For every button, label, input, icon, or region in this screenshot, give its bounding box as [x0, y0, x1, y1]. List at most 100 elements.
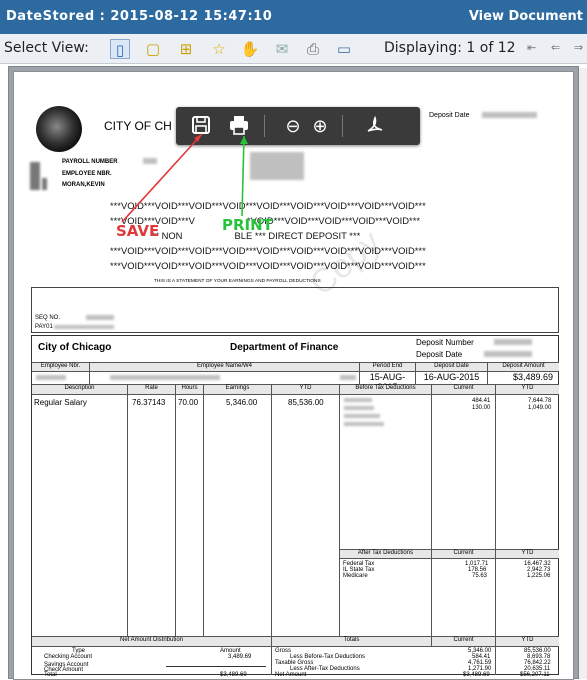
current-header: Current	[432, 385, 496, 395]
hand-icon[interactable]: ✋	[240, 39, 260, 59]
deposit-amount-value: $3,489.69	[488, 372, 559, 385]
print-annotation: PRINT	[222, 216, 273, 234]
redacted-stub-deposit-date	[484, 351, 532, 357]
viewer-toolbar: Select View: ▯ ▢ ⊞ ☆ ✋ ✉ ⎙ ▭ Displaying:…	[0, 34, 587, 64]
add-icon[interactable]: ⊞	[176, 39, 196, 59]
acrobat-icon[interactable]	[364, 115, 386, 137]
comment-icon[interactable]: ▭	[334, 39, 354, 59]
redacted-mark	[30, 162, 40, 190]
after-tax-header: After Tax Deductions	[340, 549, 432, 559]
floating-pdf-toolbar: ⊖ ⊕	[176, 107, 420, 145]
employee-nbr-label: EMPLOYEE NBR.	[62, 171, 112, 177]
employee-name: MORAN,KEVIN	[62, 182, 105, 188]
earning-hours: 70.00	[178, 398, 199, 407]
star-icon[interactable]: ☆	[209, 39, 229, 59]
prev-page-icon[interactable]: ⇐	[551, 41, 560, 54]
zoom-in-icon[interactable]: ⊕	[309, 115, 331, 137]
total-label: Total	[44, 672, 57, 678]
redacted-deposit-number	[494, 339, 532, 345]
totals-header: Totals	[272, 637, 432, 647]
city-header: CITY OF CH	[104, 119, 172, 133]
pay-label: PAY01	[35, 324, 53, 330]
stub-department: Department of Finance	[230, 342, 339, 353]
zoom-out-icon[interactable]: ⊖	[282, 115, 304, 137]
sequence-box: SEQ NO. PAY01	[31, 287, 559, 333]
window-icon[interactable]: ▢	[143, 39, 163, 59]
total-amount: $3,489.69	[220, 672, 247, 678]
period-end-header: Period End	[360, 362, 416, 372]
document-viewer[interactable]: CITY OF CH Deposit Date PAYROLL NUMBER E…	[8, 66, 579, 680]
earning-rate: 76.37143	[132, 398, 166, 407]
stub-deposit-date-label: Deposit Date	[416, 350, 463, 359]
scrollbar[interactable]	[579, 68, 587, 679]
before-tax-ytd-2: 1,049.00	[528, 405, 552, 411]
after-tax-current-header: Current	[432, 549, 496, 559]
pay-stub: City of Chicago Department of Finance De…	[31, 335, 559, 678]
deposit-date-value: 16-AUG-2015	[416, 372, 488, 385]
hours-column	[176, 395, 204, 637]
deposit-number-label: Deposit Number	[416, 338, 474, 347]
select-view-label: Select View:	[4, 40, 89, 56]
after-tax-name: Medicare	[343, 573, 368, 579]
period-end-value: 15-AUG-2015	[360, 372, 416, 392]
totals-ytd-header: YTD	[496, 637, 559, 647]
date-stored-title: DateStored : 2015-08-12 15:47:10	[6, 9, 273, 24]
checking-account: Checking Account	[44, 654, 93, 660]
seq-no-label: SEQ NO.	[35, 315, 61, 321]
statement-note: THIS IS A STATEMENT OF YOUR EARNINGS AND…	[154, 279, 321, 284]
deductions-column	[340, 395, 432, 637]
page-counter: Displaying: 1 of 12	[384, 40, 516, 56]
next-page-icon[interactable]: ⇒	[574, 41, 583, 54]
before-tax-header: Before Tax Deductions	[340, 385, 432, 395]
earning-amount: 5,346.00	[226, 398, 258, 407]
current-column	[432, 395, 496, 637]
redacted-deduction	[344, 398, 372, 402]
redacted-mark	[42, 178, 47, 190]
redacted-payroll-number	[143, 158, 157, 164]
redacted-address	[250, 152, 304, 180]
view-document-link[interactable]: View Document	[469, 9, 583, 24]
print-icon[interactable]	[228, 115, 250, 137]
void-line: ***VOID***VOID***VOID***VOID***VOID***VO…	[110, 260, 426, 271]
city-seal	[36, 106, 82, 152]
title-bar: DateStored : 2015-08-12 15:47:10 View Do…	[0, 0, 587, 34]
earning-description: Regular Salary	[34, 398, 87, 407]
employee-nbr-header: Employee Nbr.	[32, 362, 90, 372]
ytd2-header: YTD	[496, 385, 559, 395]
void-line: ***VOID***VOID***VOID***VOID***VOID***VO…	[110, 200, 426, 211]
earnings-header: Earnings	[204, 385, 272, 395]
amount-underline	[166, 666, 266, 667]
employee-name-header: Employee Name/W4	[90, 362, 360, 372]
totals-current-header: Current	[432, 637, 496, 647]
stub-city: City of Chicago	[38, 342, 112, 353]
after-tax-current: 75.63	[472, 573, 488, 579]
redacted-deposit-date	[482, 112, 537, 118]
before-tax-ytd-1: 7,644.78	[528, 398, 552, 404]
net-distribution-header: Net Amount Distribution	[32, 637, 272, 647]
page-icon[interactable]: ▯	[110, 39, 130, 59]
ytd2-column	[496, 395, 559, 637]
redacted-seq	[86, 315, 114, 320]
toolbar-divider	[264, 115, 265, 137]
rate-header: Rate	[128, 385, 176, 395]
deposit-date-label: Deposit Date	[429, 112, 470, 119]
totals-row-label: Net Amount	[275, 672, 307, 678]
earning-ytd: 85,536.00	[288, 398, 324, 407]
totals-row-ytd: $56,207.11	[520, 672, 550, 678]
printer-icon[interactable]: ⎙	[303, 39, 323, 59]
save-icon[interactable]	[190, 115, 212, 137]
totals-row-current: $3,489.69	[463, 672, 490, 678]
employee-nbr-cell	[32, 372, 90, 385]
totals-row-label: Gross	[275, 648, 292, 654]
before-tax-current-1: 484.41	[472, 398, 491, 404]
description-header: Description	[32, 385, 128, 395]
toolbar-divider	[342, 115, 343, 137]
redacted-deduction	[344, 414, 380, 418]
redacted-pay	[54, 325, 114, 329]
earnings-column	[204, 395, 272, 637]
first-page-icon[interactable]: ⇤	[527, 41, 536, 54]
email-icon[interactable]: ✉	[272, 39, 292, 59]
deposit-amount-header: Deposit Amount	[488, 362, 559, 372]
redacted-deduction	[344, 422, 384, 426]
after-tax-ytd-header: YTD	[496, 549, 559, 559]
